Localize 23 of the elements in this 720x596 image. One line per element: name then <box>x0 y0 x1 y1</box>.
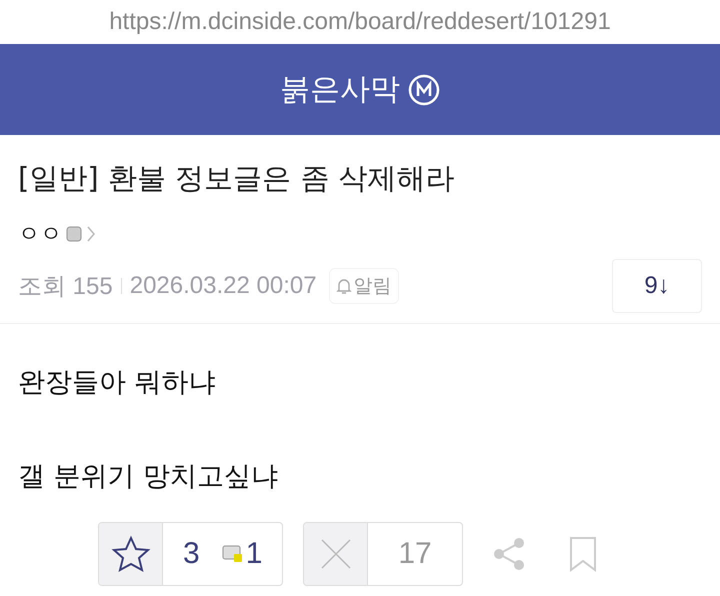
fixed-member-icon <box>222 544 244 564</box>
star-icon <box>110 535 150 573</box>
post-body-line: 갤 분위기 망치고싶냐 <box>18 460 280 494</box>
bell-icon <box>336 277 352 295</box>
url-text: https://m.dcinside.com/board/reddesert/101291 <box>108 7 612 37</box>
cross-icon <box>320 538 352 570</box>
upvote-button[interactable] <box>99 523 163 585</box>
downvote-button[interactable] <box>304 523 368 585</box>
gallery-title: 붉은사막 <box>280 71 400 109</box>
member-icon <box>66 226 82 242</box>
downvote-count: 17 <box>398 537 432 571</box>
comment-count-button[interactable]: 9↓ <box>612 259 702 313</box>
post-date: 2026.03.22 00:07 <box>130 272 317 300</box>
post-title: [일반] 환불 정보글은 좀 삭제해라 <box>17 160 456 197</box>
minor-gallery-icon <box>408 74 440 106</box>
bookmark-button[interactable] <box>568 536 597 572</box>
post-body-line: 완장들아 뭐하냐 <box>18 366 217 400</box>
view-count: 조회 155 <box>18 272 113 302</box>
chevron-icon <box>86 225 96 243</box>
bookmark-icon <box>568 536 597 572</box>
fixed-upvote-count: 1 <box>246 537 262 571</box>
upvote-count: 3 <box>183 537 200 571</box>
author-name[interactable]: ㅇㅇ <box>18 219 62 249</box>
